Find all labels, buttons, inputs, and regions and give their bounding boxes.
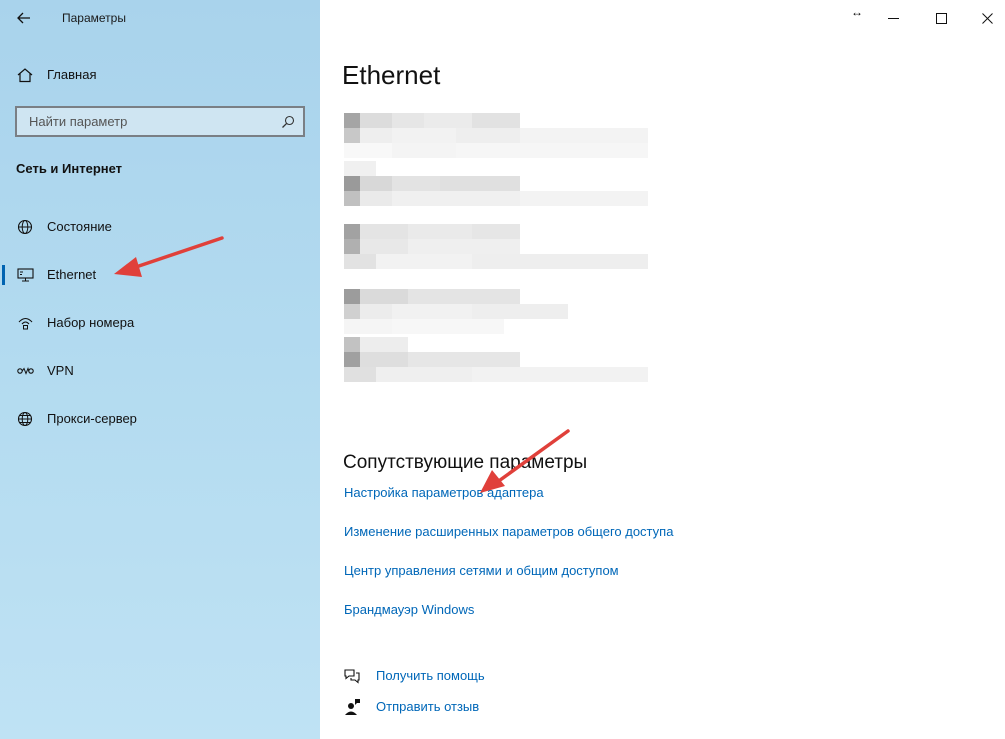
page-title: Ethernet	[342, 60, 441, 90]
feedback-person-icon	[345, 699, 360, 715]
maximize-icon	[935, 12, 947, 24]
search-input[interactable]: Найти параметр	[15, 106, 305, 137]
redacted-network-info[interactable]	[344, 224, 648, 269]
close-icon	[981, 12, 993, 24]
back-arrow-icon	[17, 12, 30, 24]
redacted-network-info[interactable]	[344, 337, 648, 382]
search-placeholder: Найти параметр	[29, 114, 128, 129]
app-title: Параметры	[62, 11, 126, 25]
vpn-icon	[16, 363, 34, 379]
minimize-button[interactable]	[881, 6, 905, 30]
related-settings-title: Сопутствующие параметры	[343, 452, 588, 473]
get-help-link[interactable]: Получить помощь	[343, 665, 543, 687]
redacted-network-info[interactable]	[344, 161, 648, 206]
close-button[interactable]	[975, 6, 999, 30]
sidebar-item-label: VPN	[47, 363, 74, 378]
resize-cursor-icon: ↔	[851, 5, 863, 19]
link-network-center[interactable]: Центр управления сетями и общим доступом	[344, 563, 619, 578]
feedback-link[interactable]: Отправить отзыв	[343, 696, 543, 718]
sidebar-item-label: Главная	[47, 67, 97, 82]
globe-status-icon	[16, 219, 34, 235]
dialup-icon	[16, 315, 34, 331]
get-help-label: Получить помощь	[376, 668, 485, 683]
redacted-network-info[interactable]	[344, 289, 568, 334]
sidebar-item-ethernet[interactable]: Ethernet	[0, 255, 320, 295]
sidebar-item-vpn[interactable]: VPN	[0, 351, 320, 391]
link-adapter-settings[interactable]: Настройка параметров адаптера	[344, 485, 544, 500]
minimize-icon	[887, 17, 899, 19]
feedback-label: Отправить отзыв	[376, 699, 480, 714]
link-windows-firewall[interactable]: Брандмауэр Windows	[344, 602, 474, 617]
sidebar: Параметры Главная Найти параметр Сеть и …	[0, 0, 320, 739]
link-advanced-sharing[interactable]: Изменение расширенных параметров общего …	[344, 524, 673, 539]
globe-icon	[16, 411, 34, 427]
redacted-network-info[interactable]	[344, 113, 648, 158]
selection-indicator	[2, 265, 5, 285]
home-icon	[17, 68, 33, 83]
sidebar-item-proxy[interactable]: Прокси-сервер	[0, 399, 320, 439]
sidebar-item-home[interactable]: Главная	[0, 58, 320, 92]
search-icon	[282, 115, 295, 128]
maximize-button[interactable]	[929, 6, 953, 30]
sidebar-item-label: Набор номера	[47, 315, 135, 330]
sidebar-item-label: Состояние	[47, 219, 112, 234]
sidebar-item-dialup[interactable]: Набор номера	[0, 303, 320, 343]
help-chat-icon	[344, 669, 360, 684]
sidebar-item-label: Прокси-сервер	[47, 411, 137, 426]
back-button[interactable]	[10, 5, 38, 31]
ethernet-monitor-icon	[16, 267, 34, 283]
window-controls: ↔	[845, 0, 1005, 36]
sidebar-item-label: Ethernet	[47, 267, 97, 282]
titlebar-left: Параметры	[0, 0, 320, 38]
section-title: Сеть и Интернет	[16, 161, 123, 176]
sidebar-item-status[interactable]: Состояние	[0, 207, 320, 247]
